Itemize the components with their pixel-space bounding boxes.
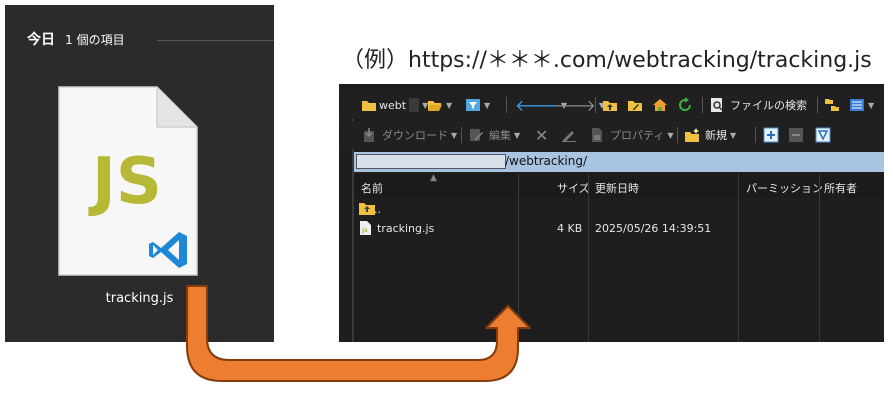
toolbar-separator xyxy=(595,97,596,113)
folders-sync-icon xyxy=(825,99,839,111)
download-label: ダウンロード xyxy=(382,129,448,142)
file-list-header: ▲ 名前 サイズ 更新日時 パーミッション 所有者 xyxy=(354,173,884,198)
new-button[interactable]: 新規 ▼ xyxy=(684,125,736,145)
chevron-down-icon: ▼ xyxy=(446,100,453,110)
ftp-client-window: webt ▼ ▼ ▼ 🡐 ▼ 🡒 ▼ ファイルの検索 ▼ ダウンロード ▼ 編集… xyxy=(339,84,884,342)
main-toolbar: webt ▼ ▼ ▼ 🡐 ▼ 🡒 ▼ ファイルの検索 ▼ xyxy=(339,91,884,119)
refresh-icon xyxy=(679,97,691,111)
properties-label: プロパティ xyxy=(610,129,665,142)
group-item-count: 1 個の項目 xyxy=(65,33,125,47)
properties-button[interactable]: プロパティ ▼ xyxy=(589,125,674,145)
js-file-icon: js xyxy=(360,221,371,235)
expand-button[interactable] xyxy=(763,125,779,145)
chevron-down-icon: ▼ xyxy=(484,100,491,110)
view-mode-button[interactable]: ▼ xyxy=(849,95,874,115)
file-search-button[interactable]: ファイルの検索 xyxy=(709,95,807,115)
chevron-down-icon: ▼ xyxy=(514,130,521,140)
file-name-label: tracking.js xyxy=(105,291,174,306)
toolbar-separator xyxy=(461,127,462,143)
edit-label: 編集 xyxy=(489,129,511,142)
sort-ascending-icon: ▲ xyxy=(430,173,437,183)
parent-folder-icon xyxy=(359,203,375,215)
open-folder-icon xyxy=(428,101,442,111)
plus-icon xyxy=(763,127,779,143)
toolbar-separator xyxy=(755,127,756,143)
column-size[interactable]: サイズ xyxy=(557,180,590,196)
group-title: 今日 xyxy=(27,32,55,48)
properties-icon xyxy=(592,128,602,142)
chevron-down-icon: ▼ xyxy=(730,130,737,140)
close-icon: ✕ xyxy=(535,125,549,145)
edit-button[interactable]: 編集 ▼ xyxy=(468,125,520,145)
new-label: 新規 xyxy=(705,129,727,142)
table-row[interactable]: js tracking.js 4 KB 2025/05/26 14:39:51 xyxy=(354,219,884,237)
forward-button[interactable]: 🡒 ▼ xyxy=(553,95,605,115)
back-arrow-icon: 🡐 xyxy=(515,96,558,115)
filter-select-icon xyxy=(815,127,831,143)
sync-button[interactable] xyxy=(824,95,840,115)
forward-arrow-icon: 🡒 xyxy=(553,96,596,115)
toolbar-separator xyxy=(817,97,818,113)
example-url-annotation: （例）https://＊＊＊.com/webtracking/tracking.… xyxy=(342,48,872,73)
column-modified[interactable]: 更新日時 xyxy=(595,180,639,196)
open-folder-button[interactable]: ▼ xyxy=(427,95,452,115)
column-owner[interactable]: 所有者 xyxy=(824,180,857,196)
search-document-icon xyxy=(711,98,723,112)
folder-edit-icon xyxy=(628,101,642,111)
minus-icon xyxy=(789,128,803,142)
row-name: tracking.js xyxy=(377,222,435,235)
site-selector-label: webt xyxy=(379,98,407,112)
rename-button[interactable] xyxy=(561,125,577,145)
group-divider xyxy=(157,40,274,41)
toolbar-separator xyxy=(702,97,703,113)
folder-action-button[interactable] xyxy=(627,95,643,115)
js-icon-text: JS xyxy=(88,145,162,219)
refresh-button[interactable] xyxy=(677,95,693,115)
edit-icon xyxy=(470,129,483,141)
chevron-down-icon: ▼ xyxy=(667,130,674,140)
list-view-icon xyxy=(850,99,864,111)
file-search-label: ファイルの検索 xyxy=(730,99,807,112)
parent-folder-icon xyxy=(603,101,617,111)
js-file-icon: JS xyxy=(58,86,198,276)
new-folder-icon xyxy=(685,128,699,142)
row-name: .. xyxy=(374,203,381,216)
home-button[interactable] xyxy=(652,95,668,115)
column-name[interactable]: 名前 xyxy=(361,180,383,196)
address-path: /webtracking/ xyxy=(505,154,587,168)
collapse-button[interactable] xyxy=(788,125,804,145)
parent-folder-button[interactable] xyxy=(602,95,618,115)
table-row[interactable]: .. xyxy=(354,200,884,218)
toolbar-separator xyxy=(677,127,678,143)
file-item-tracking-js[interactable]: JS xyxy=(57,85,199,277)
file-operations-toolbar: ダウンロード ▼ 編集 ▼ ✕ プロパティ ▼ 新規 ▼ xyxy=(339,121,884,149)
group-header[interactable]: 今日 1 個の項目 xyxy=(27,29,125,49)
chevron-down-icon: ▼ xyxy=(451,130,458,140)
svg-text:js: js xyxy=(361,227,368,234)
rename-icon xyxy=(562,131,576,142)
download-icon xyxy=(364,128,374,142)
row-modified: 2025/05/26 14:39:51 xyxy=(595,222,712,235)
delete-button[interactable]: ✕ xyxy=(535,125,548,145)
select-filter-button[interactable] xyxy=(815,125,831,145)
home-icon xyxy=(653,99,667,111)
download-button[interactable]: ダウンロード ▼ xyxy=(361,125,457,145)
address-bar[interactable]: /webtracking/ xyxy=(354,152,884,172)
explorer-panel: 今日 1 個の項目 JS tracking.js xyxy=(5,5,274,342)
folder-icon xyxy=(362,101,376,111)
row-size: 4 KB xyxy=(557,222,583,235)
column-permissions[interactable]: パーミッション xyxy=(746,180,823,196)
filter-button[interactable]: ▼ xyxy=(465,95,490,115)
toolbar-separator xyxy=(506,97,507,113)
chevron-down-icon: ▼ xyxy=(868,100,875,110)
dropdown-box xyxy=(409,98,420,112)
filter-icon xyxy=(466,99,480,111)
redacted-host xyxy=(356,154,506,169)
site-selector[interactable]: webt ▼ xyxy=(361,95,428,115)
